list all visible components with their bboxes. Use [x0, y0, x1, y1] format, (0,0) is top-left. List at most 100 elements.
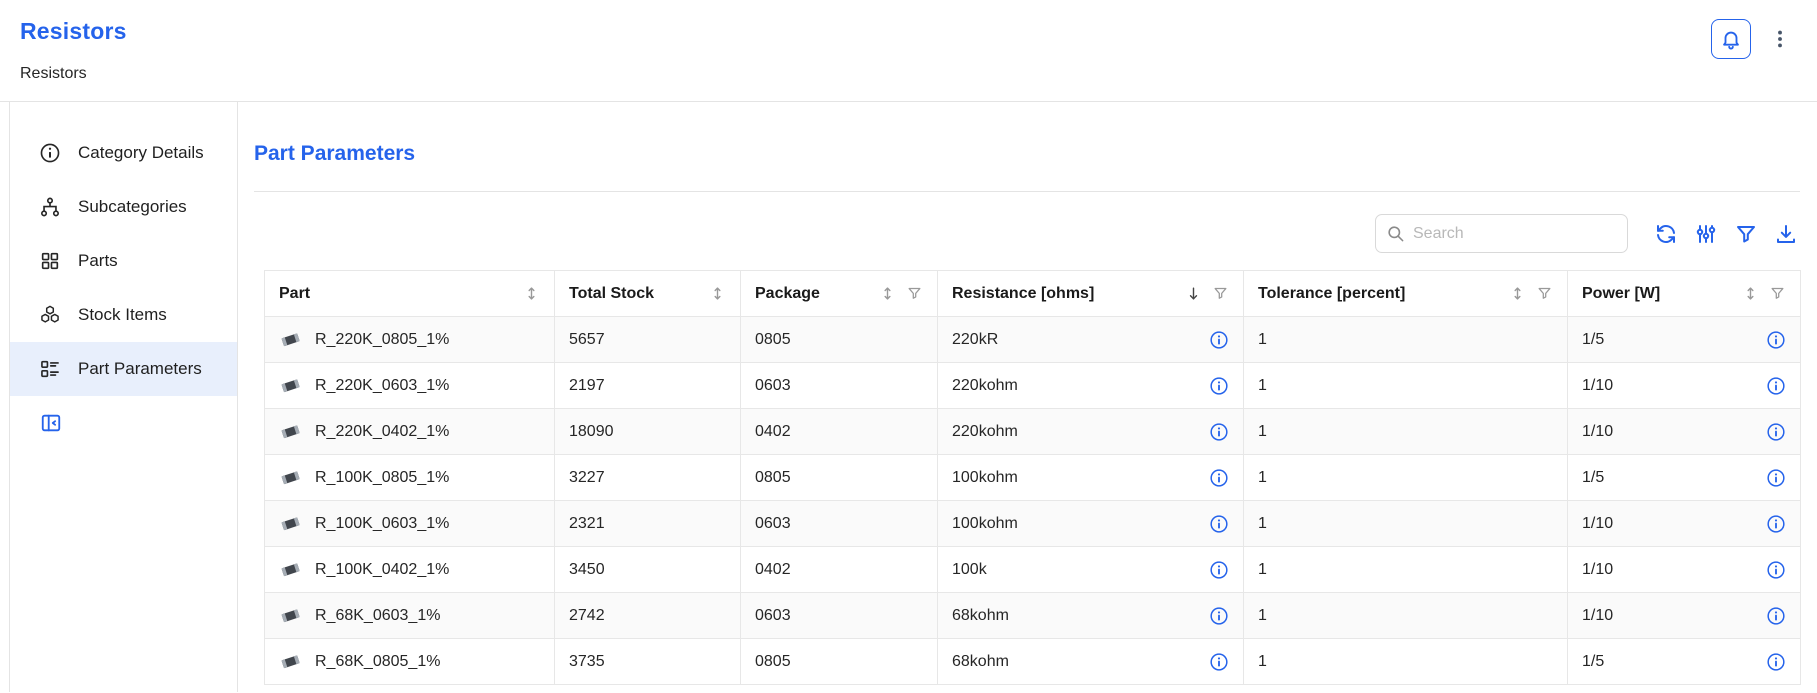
info-icon[interactable] — [1209, 330, 1229, 350]
resistance-value: 220kR — [952, 331, 998, 349]
sort-icon[interactable] — [879, 285, 896, 302]
sidebar-item-label: Subcategories — [78, 197, 187, 217]
overflow-menu-button[interactable] — [1767, 19, 1793, 59]
info-icon[interactable] — [1209, 606, 1229, 626]
info-icon[interactable] — [1766, 514, 1786, 534]
power-value: 1/5 — [1582, 469, 1604, 487]
package-value: 0402 — [755, 423, 791, 440]
part-thumbnail-icon — [279, 420, 302, 443]
info-icon[interactable] — [1766, 376, 1786, 396]
info-icon[interactable] — [1766, 422, 1786, 442]
page-title: Resistors — [20, 18, 1817, 45]
tolerance-value: 1 — [1258, 607, 1267, 624]
info-icon[interactable] — [1766, 468, 1786, 488]
info-icon[interactable] — [1766, 560, 1786, 580]
sidebar-item-subcategories[interactable]: Subcategories — [10, 180, 237, 234]
info-icon[interactable] — [1766, 652, 1786, 672]
table-row[interactable]: R_220K_0603_1%21970603220kohm11/10 — [265, 363, 1801, 409]
column-settings-icon — [1694, 222, 1718, 246]
kebab-menu-icon — [1769, 28, 1791, 50]
total-stock-value: 3735 — [569, 653, 605, 670]
info-icon[interactable] — [1209, 560, 1229, 580]
column-header-tolerance-percent[interactable]: Tolerance [percent] — [1244, 271, 1568, 317]
power-value: 1/5 — [1582, 331, 1604, 349]
sidebar-item-part-parameters[interactable]: Part Parameters — [10, 342, 237, 396]
sidebar-item-label: Parts — [78, 251, 118, 271]
table-body: R_220K_0805_1%56570805220kR11/5R_220K_06… — [265, 317, 1801, 685]
table-row[interactable]: R_100K_0805_1%32270805100kohm11/5 — [265, 455, 1801, 501]
sidebar-item-parts[interactable]: Parts — [10, 234, 237, 288]
part-thumbnail-icon — [279, 466, 302, 489]
table-row[interactable]: R_100K_0402_1%34500402100k11/10 — [265, 547, 1801, 593]
filter-icon — [1734, 222, 1758, 246]
sidebar-item-stock-items[interactable]: Stock Items — [10, 288, 237, 342]
part-thumbnail-icon — [279, 650, 302, 673]
column-header-package[interactable]: Package — [741, 271, 938, 317]
column-filter-icon[interactable] — [906, 285, 923, 302]
info-icon[interactable] — [1766, 606, 1786, 626]
table-row[interactable]: R_68K_0603_1%2742060368kohm11/10 — [265, 593, 1801, 639]
table-row[interactable]: R_68K_0805_1%3735080568kohm11/5 — [265, 639, 1801, 685]
collapse-sidebar-icon — [40, 412, 62, 434]
package-value: 0805 — [755, 653, 791, 670]
power-value: 1/10 — [1582, 377, 1613, 395]
sort-icon[interactable] — [1509, 285, 1526, 302]
table-row[interactable]: R_220K_0805_1%56570805220kR11/5 — [265, 317, 1801, 363]
column-header-total-stock[interactable]: Total Stock — [555, 271, 741, 317]
info-icon[interactable] — [1209, 422, 1229, 442]
column-label: Resistance [ohms] — [952, 285, 1094, 303]
collapse-sidebar-button[interactable] — [39, 412, 63, 436]
table-row[interactable]: R_100K_0603_1%23210603100kohm11/10 — [265, 501, 1801, 547]
table-row[interactable]: R_220K_0402_1%180900402220kohm11/10 — [265, 409, 1801, 455]
sidebar-item-category-details[interactable]: Category Details — [10, 126, 237, 180]
search-box — [1375, 214, 1628, 253]
power-value: 1/5 — [1582, 653, 1604, 671]
sort-icon[interactable] — [709, 285, 726, 302]
column-settings-button[interactable] — [1692, 220, 1720, 248]
sort-icon[interactable] — [523, 285, 540, 302]
tolerance-value: 1 — [1258, 423, 1267, 440]
total-stock-value: 3450 — [569, 561, 605, 578]
power-value: 1/10 — [1582, 561, 1613, 579]
info-icon[interactable] — [1209, 514, 1229, 534]
sort-desc-icon[interactable] — [1185, 285, 1202, 302]
column-filter-icon[interactable] — [1536, 285, 1553, 302]
hierarchy-icon — [39, 196, 61, 218]
total-stock-value: 2197 — [569, 377, 605, 394]
filter-button[interactable] — [1732, 220, 1760, 248]
sort-icon[interactable] — [1742, 285, 1759, 302]
package-value: 0603 — [755, 607, 791, 624]
info-icon[interactable] — [1766, 330, 1786, 350]
column-filter-icon[interactable] — [1212, 285, 1229, 302]
part-thumbnail-icon — [279, 374, 302, 397]
breadcrumb[interactable]: Resistors — [20, 65, 1817, 83]
sidebar-item-label: Part Parameters — [78, 359, 202, 379]
content-area: Category Details Subcategories Parts Sto… — [9, 102, 1817, 692]
package-value: 0603 — [755, 515, 791, 532]
info-icon[interactable] — [1209, 468, 1229, 488]
column-filter-icon[interactable] — [1769, 285, 1786, 302]
power-value: 1/10 — [1582, 423, 1613, 441]
total-stock-value: 3227 — [569, 469, 605, 486]
column-header-part[interactable]: Part — [265, 271, 555, 317]
divider — [254, 191, 1800, 192]
boxes-icon — [39, 304, 61, 326]
tolerance-value: 1 — [1258, 331, 1267, 348]
refresh-icon — [1654, 222, 1678, 246]
column-label: Tolerance [percent] — [1258, 285, 1405, 303]
info-icon[interactable] — [1209, 376, 1229, 396]
refresh-button[interactable] — [1652, 220, 1680, 248]
search-input[interactable] — [1413, 225, 1617, 243]
column-header-resistance-ohms[interactable]: Resistance [ohms] — [938, 271, 1244, 317]
download-button[interactable] — [1772, 220, 1800, 248]
info-icon[interactable] — [1209, 652, 1229, 672]
part-name: R_100K_0402_1% — [315, 561, 449, 579]
list-details-icon — [39, 358, 61, 380]
section-title: Part Parameters — [254, 142, 1800, 166]
tolerance-value: 1 — [1258, 469, 1267, 486]
part-name: R_68K_0603_1% — [315, 607, 440, 625]
table-toolbar — [254, 214, 1800, 253]
notifications-button[interactable] — [1711, 19, 1751, 59]
column-header-power-w[interactable]: Power [W] — [1568, 271, 1801, 317]
column-label: Power [W] — [1582, 285, 1660, 303]
